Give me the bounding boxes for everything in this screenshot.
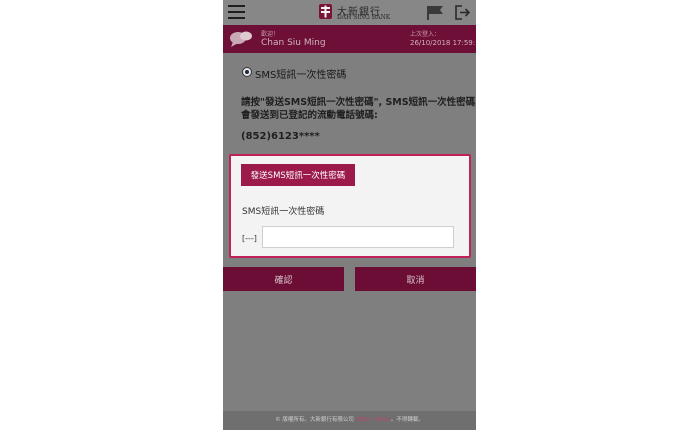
otp-input[interactable] <box>262 226 454 248</box>
send-sms-otp-button[interactable]: 發送SMS短訊一次性密碼 <box>241 164 355 186</box>
top-navigation-bar: 大新銀行 DAH SING BANK <box>223 0 476 25</box>
footer-text-pre: © 版權所有。大新銀行有限公司 <box>275 417 356 423</box>
chat-bubble-icon <box>230 31 252 47</box>
confirm-button[interactable]: 確認 <box>223 267 344 291</box>
mobile-screen: 大新銀行 DAH SING BANK 歡迎！ Chan Siu Ming 上次登… <box>223 0 476 430</box>
copyright-footer: © 版權所有。大新銀行有限公司 2000 - 2018 。不得轉載。 <box>223 411 476 430</box>
flag-icon[interactable] <box>427 6 443 20</box>
otp-instruction: 請按"發送SMS短訊一次性密碼", SMS短訊一次性密碼 會發送到已登記的流動電… <box>241 96 476 122</box>
cancel-button[interactable]: 取消 <box>355 267 476 291</box>
welcome-label: 歡迎！ <box>261 31 280 38</box>
logout-icon[interactable] <box>455 5 470 20</box>
instruction-line-1: 請按"發送SMS短訊一次性密碼", SMS短訊一次性密碼 <box>241 97 476 108</box>
footer-text-post: 。不得轉載。 <box>389 417 424 423</box>
last-login-label: 上次登入： <box>410 31 441 38</box>
footer-years: 2000 - 2018 <box>355 417 390 423</box>
user-info-bar: 歡迎！ Chan Siu Ming 上次登入： 26/10/2018 17:59… <box>223 25 476 53</box>
otp-prefix: [---] <box>242 234 257 243</box>
logo-english-text: DAH SING BANK <box>337 14 391 21</box>
instruction-line-2: 會發送到已登記的流動電話號碼: <box>241 110 378 121</box>
sms-otp-option-label: SMS短訊一次性密碼 <box>255 70 347 81</box>
otp-entry-panel: 發送SMS短訊一次性密碼 SMS短訊一次性密碼 [---] <box>229 154 471 258</box>
hamburger-menu-icon[interactable] <box>228 5 245 20</box>
bank-logo: 大新銀行 DAH SING BANK <box>318 3 391 23</box>
radio-selected-icon[interactable] <box>242 67 252 77</box>
dah-sing-logo-icon <box>319 4 332 19</box>
otp-field-label: SMS短訊一次性密碼 <box>242 207 325 217</box>
registered-phone-number: (852)6123**** <box>241 131 320 142</box>
user-name: Chan Siu Ming <box>261 38 326 48</box>
last-login-time: 26/10/2018 17:59:15 <box>410 39 476 47</box>
